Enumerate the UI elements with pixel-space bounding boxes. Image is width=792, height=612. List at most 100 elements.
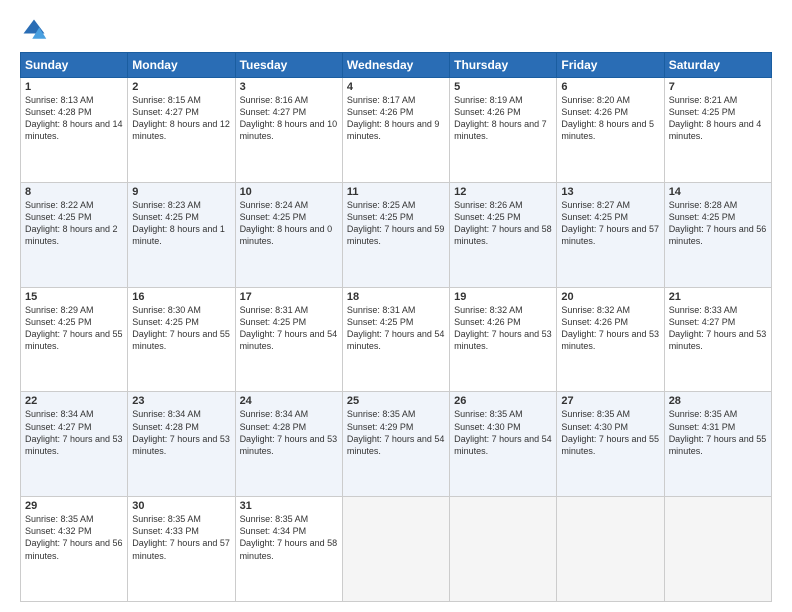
calendar-day-cell bbox=[342, 497, 449, 602]
day-info: Sunrise: 8:35 AMSunset: 4:34 PMDaylight:… bbox=[240, 513, 338, 562]
day-info: Sunrise: 8:35 AMSunset: 4:31 PMDaylight:… bbox=[669, 408, 767, 457]
day-info: Sunrise: 8:35 AMSunset: 4:29 PMDaylight:… bbox=[347, 408, 445, 457]
day-number: 14 bbox=[669, 186, 767, 198]
day-number: 23 bbox=[132, 395, 230, 407]
day-number: 6 bbox=[561, 81, 659, 93]
calendar-day-cell: 19Sunrise: 8:32 AMSunset: 4:26 PMDayligh… bbox=[450, 287, 557, 392]
day-number: 10 bbox=[240, 186, 338, 198]
day-info: Sunrise: 8:32 AMSunset: 4:26 PMDaylight:… bbox=[561, 304, 659, 353]
day-info: Sunrise: 8:27 AMSunset: 4:25 PMDaylight:… bbox=[561, 199, 659, 248]
day-info: Sunrise: 8:35 AMSunset: 4:30 PMDaylight:… bbox=[454, 408, 552, 457]
day-number: 17 bbox=[240, 291, 338, 303]
day-info: Sunrise: 8:25 AMSunset: 4:25 PMDaylight:… bbox=[347, 199, 445, 248]
day-number: 24 bbox=[240, 395, 338, 407]
calendar-day-cell: 31Sunrise: 8:35 AMSunset: 4:34 PMDayligh… bbox=[235, 497, 342, 602]
day-info: Sunrise: 8:22 AMSunset: 4:25 PMDaylight:… bbox=[25, 199, 123, 248]
calendar-day-cell bbox=[557, 497, 664, 602]
day-of-week-header: Wednesday bbox=[342, 53, 449, 78]
day-of-week-header: Monday bbox=[128, 53, 235, 78]
day-number: 13 bbox=[561, 186, 659, 198]
calendar-day-cell: 13Sunrise: 8:27 AMSunset: 4:25 PMDayligh… bbox=[557, 182, 664, 287]
day-info: Sunrise: 8:35 AMSunset: 4:32 PMDaylight:… bbox=[25, 513, 123, 562]
calendar-week-row: 8Sunrise: 8:22 AMSunset: 4:25 PMDaylight… bbox=[21, 182, 772, 287]
calendar-day-cell: 15Sunrise: 8:29 AMSunset: 4:25 PMDayligh… bbox=[21, 287, 128, 392]
day-info: Sunrise: 8:34 AMSunset: 4:28 PMDaylight:… bbox=[240, 408, 338, 457]
day-info: Sunrise: 8:13 AMSunset: 4:28 PMDaylight:… bbox=[25, 94, 123, 143]
calendar-day-cell: 7Sunrise: 8:21 AMSunset: 4:25 PMDaylight… bbox=[664, 78, 771, 183]
day-number: 1 bbox=[25, 81, 123, 93]
day-number: 8 bbox=[25, 186, 123, 198]
day-number: 26 bbox=[454, 395, 552, 407]
day-number: 15 bbox=[25, 291, 123, 303]
day-number: 22 bbox=[25, 395, 123, 407]
day-info: Sunrise: 8:35 AMSunset: 4:30 PMDaylight:… bbox=[561, 408, 659, 457]
day-number: 11 bbox=[347, 186, 445, 198]
day-number: 29 bbox=[25, 500, 123, 512]
calendar-day-cell: 6Sunrise: 8:20 AMSunset: 4:26 PMDaylight… bbox=[557, 78, 664, 183]
calendar-week-row: 29Sunrise: 8:35 AMSunset: 4:32 PMDayligh… bbox=[21, 497, 772, 602]
calendar-day-cell: 25Sunrise: 8:35 AMSunset: 4:29 PMDayligh… bbox=[342, 392, 449, 497]
calendar-day-cell: 1Sunrise: 8:13 AMSunset: 4:28 PMDaylight… bbox=[21, 78, 128, 183]
calendar-day-cell: 3Sunrise: 8:16 AMSunset: 4:27 PMDaylight… bbox=[235, 78, 342, 183]
calendar-day-cell: 26Sunrise: 8:35 AMSunset: 4:30 PMDayligh… bbox=[450, 392, 557, 497]
calendar-day-cell: 17Sunrise: 8:31 AMSunset: 4:25 PMDayligh… bbox=[235, 287, 342, 392]
day-info: Sunrise: 8:29 AMSunset: 4:25 PMDaylight:… bbox=[25, 304, 123, 353]
day-info: Sunrise: 8:26 AMSunset: 4:25 PMDaylight:… bbox=[454, 199, 552, 248]
day-info: Sunrise: 8:28 AMSunset: 4:25 PMDaylight:… bbox=[669, 199, 767, 248]
day-info: Sunrise: 8:16 AMSunset: 4:27 PMDaylight:… bbox=[240, 94, 338, 143]
day-number: 21 bbox=[669, 291, 767, 303]
logo bbox=[20, 16, 52, 44]
day-of-week-header: Saturday bbox=[664, 53, 771, 78]
day-number: 25 bbox=[347, 395, 445, 407]
day-number: 18 bbox=[347, 291, 445, 303]
calendar-day-cell bbox=[664, 497, 771, 602]
day-number: 27 bbox=[561, 395, 659, 407]
calendar-day-cell: 9Sunrise: 8:23 AMSunset: 4:25 PMDaylight… bbox=[128, 182, 235, 287]
calendar-day-cell: 27Sunrise: 8:35 AMSunset: 4:30 PMDayligh… bbox=[557, 392, 664, 497]
calendar-header-row: SundayMondayTuesdayWednesdayThursdayFrid… bbox=[21, 53, 772, 78]
day-info: Sunrise: 8:34 AMSunset: 4:27 PMDaylight:… bbox=[25, 408, 123, 457]
day-of-week-header: Sunday bbox=[21, 53, 128, 78]
calendar-day-cell: 21Sunrise: 8:33 AMSunset: 4:27 PMDayligh… bbox=[664, 287, 771, 392]
day-number: 7 bbox=[669, 81, 767, 93]
day-number: 9 bbox=[132, 186, 230, 198]
calendar-day-cell: 12Sunrise: 8:26 AMSunset: 4:25 PMDayligh… bbox=[450, 182, 557, 287]
day-of-week-header: Thursday bbox=[450, 53, 557, 78]
day-info: Sunrise: 8:31 AMSunset: 4:25 PMDaylight:… bbox=[240, 304, 338, 353]
calendar-day-cell: 23Sunrise: 8:34 AMSunset: 4:28 PMDayligh… bbox=[128, 392, 235, 497]
calendar-day-cell: 4Sunrise: 8:17 AMSunset: 4:26 PMDaylight… bbox=[342, 78, 449, 183]
calendar-day-cell: 30Sunrise: 8:35 AMSunset: 4:33 PMDayligh… bbox=[128, 497, 235, 602]
calendar-day-cell: 22Sunrise: 8:34 AMSunset: 4:27 PMDayligh… bbox=[21, 392, 128, 497]
logo-icon bbox=[20, 16, 48, 44]
calendar-week-row: 15Sunrise: 8:29 AMSunset: 4:25 PMDayligh… bbox=[21, 287, 772, 392]
day-info: Sunrise: 8:20 AMSunset: 4:26 PMDaylight:… bbox=[561, 94, 659, 143]
day-of-week-header: Tuesday bbox=[235, 53, 342, 78]
day-info: Sunrise: 8:15 AMSunset: 4:27 PMDaylight:… bbox=[132, 94, 230, 143]
calendar-day-cell: 20Sunrise: 8:32 AMSunset: 4:26 PMDayligh… bbox=[557, 287, 664, 392]
day-info: Sunrise: 8:23 AMSunset: 4:25 PMDaylight:… bbox=[132, 199, 230, 248]
calendar-day-cell: 5Sunrise: 8:19 AMSunset: 4:26 PMDaylight… bbox=[450, 78, 557, 183]
header bbox=[20, 16, 772, 44]
calendar-day-cell: 8Sunrise: 8:22 AMSunset: 4:25 PMDaylight… bbox=[21, 182, 128, 287]
day-info: Sunrise: 8:17 AMSunset: 4:26 PMDaylight:… bbox=[347, 94, 445, 143]
day-info: Sunrise: 8:32 AMSunset: 4:26 PMDaylight:… bbox=[454, 304, 552, 353]
calendar-day-cell: 10Sunrise: 8:24 AMSunset: 4:25 PMDayligh… bbox=[235, 182, 342, 287]
calendar-day-cell: 29Sunrise: 8:35 AMSunset: 4:32 PMDayligh… bbox=[21, 497, 128, 602]
calendar-day-cell: 24Sunrise: 8:34 AMSunset: 4:28 PMDayligh… bbox=[235, 392, 342, 497]
day-info: Sunrise: 8:19 AMSunset: 4:26 PMDaylight:… bbox=[454, 94, 552, 143]
calendar-day-cell: 11Sunrise: 8:25 AMSunset: 4:25 PMDayligh… bbox=[342, 182, 449, 287]
day-number: 28 bbox=[669, 395, 767, 407]
day-number: 5 bbox=[454, 81, 552, 93]
day-number: 2 bbox=[132, 81, 230, 93]
calendar-day-cell: 14Sunrise: 8:28 AMSunset: 4:25 PMDayligh… bbox=[664, 182, 771, 287]
day-info: Sunrise: 8:34 AMSunset: 4:28 PMDaylight:… bbox=[132, 408, 230, 457]
calendar-day-cell: 2Sunrise: 8:15 AMSunset: 4:27 PMDaylight… bbox=[128, 78, 235, 183]
day-number: 4 bbox=[347, 81, 445, 93]
calendar-day-cell bbox=[450, 497, 557, 602]
calendar: SundayMondayTuesdayWednesdayThursdayFrid… bbox=[20, 52, 772, 602]
day-info: Sunrise: 8:35 AMSunset: 4:33 PMDaylight:… bbox=[132, 513, 230, 562]
day-info: Sunrise: 8:21 AMSunset: 4:25 PMDaylight:… bbox=[669, 94, 767, 143]
day-number: 16 bbox=[132, 291, 230, 303]
calendar-week-row: 1Sunrise: 8:13 AMSunset: 4:28 PMDaylight… bbox=[21, 78, 772, 183]
day-number: 30 bbox=[132, 500, 230, 512]
